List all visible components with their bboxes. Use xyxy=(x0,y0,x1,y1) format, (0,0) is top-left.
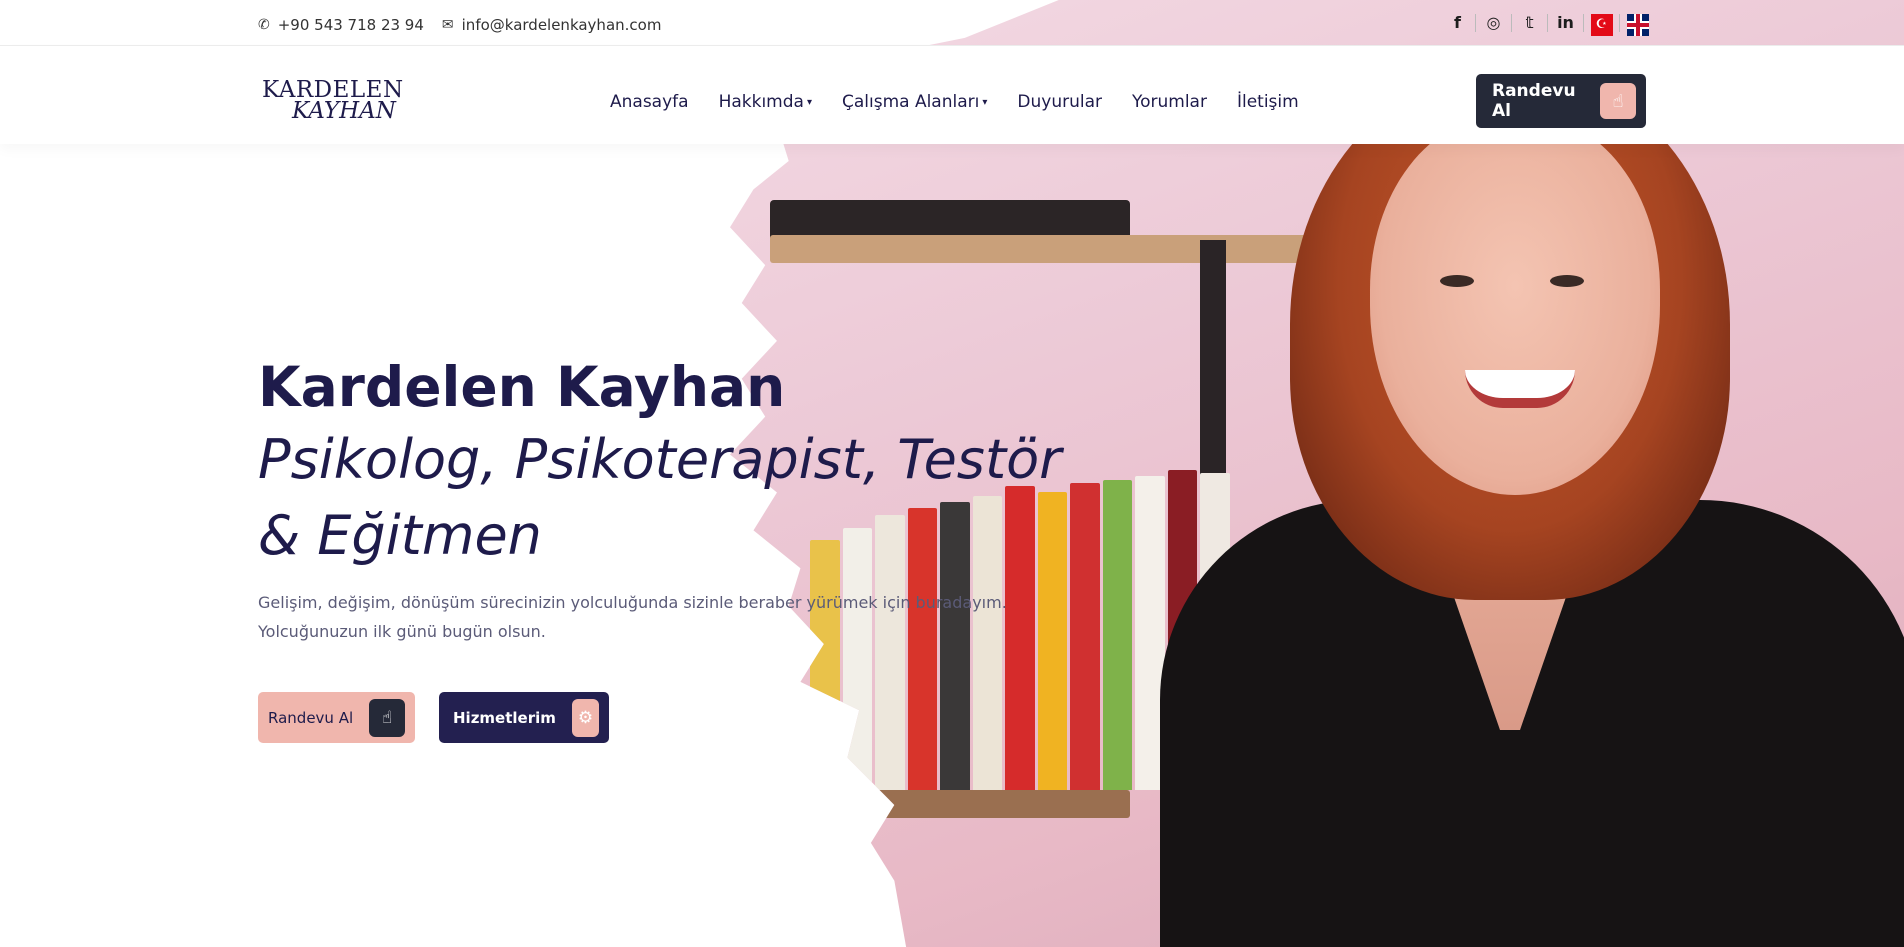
phone-link[interactable]: ✆ +90 543 718 23 94 xyxy=(258,16,424,34)
hero-description-line-2: Yolcuğunuzun ilk günü bugün olsun. xyxy=(258,622,546,641)
hero-subtitle-line-1: Psikolog, Psikoterapist, Testör xyxy=(258,428,1062,491)
uk-flag-icon xyxy=(1627,14,1649,36)
hero-title: Kardelen Kayhan xyxy=(258,355,786,419)
nav-label: Yorumlar xyxy=(1131,92,1207,112)
nav-item-anasayfa[interactable]: Anasayfa xyxy=(610,92,689,112)
language-tr[interactable]: ☪ xyxy=(1584,14,1620,36)
mail-icon: ✉ xyxy=(441,17,454,33)
facebook-icon[interactable]: f xyxy=(1440,14,1476,32)
contact-info: ✆ +90 543 718 23 94 ✉ info@kardelenkayha… xyxy=(258,16,661,34)
hero-description: Gelişim, değişim, dönüşüm sürecinizin yo… xyxy=(258,588,1078,646)
email-link[interactable]: ✉ info@kardelenkayhan.com xyxy=(442,16,662,34)
language-en[interactable] xyxy=(1620,14,1656,36)
gear-icon: ⚙ xyxy=(571,698,599,737)
site-logo[interactable]: KARDELEN KAYHAN xyxy=(262,79,407,124)
hero-description-line-1: Gelişim, değişim, dönüşüm sürecinizin yo… xyxy=(258,593,1007,612)
nav-item-duyurular[interactable]: Duyurular xyxy=(1017,92,1102,112)
phone-icon: ✆ xyxy=(258,17,270,33)
hand-pointer-icon: ☝ xyxy=(1600,83,1636,119)
nav-item-hakkimda[interactable]: Hakkımda ▾ xyxy=(719,92,812,112)
appointment-button-header[interactable]: Randevu Al ☝ xyxy=(1476,74,1646,128)
turkey-flag-icon: ☪ xyxy=(1590,14,1613,36)
hero-subtitle-line-2: & Eğitmen xyxy=(258,504,542,567)
nav-label: Çalışma Alanları xyxy=(841,92,980,112)
linkedin-icon[interactable]: in xyxy=(1548,14,1584,32)
appointment-button-label: Randevu Al xyxy=(1492,81,1576,121)
appointment-button-label: Randevu Al xyxy=(268,708,354,727)
email-address[interactable]: info@kardelenkayhan.com xyxy=(462,16,662,34)
nav-label: İletişim xyxy=(1236,92,1299,112)
top-bar: ✆ +90 543 718 23 94 ✉ info@kardelenkayha… xyxy=(0,0,1904,46)
nav-label: Duyurular xyxy=(1017,92,1102,112)
nav-label: Hakkımda xyxy=(718,92,804,112)
nav-item-calisma-alanlari[interactable]: Çalışma Alanları ▾ xyxy=(842,92,987,112)
hero-subtitle: Psikolog, Psikoterapist, Testör & Eğitme… xyxy=(258,422,1078,574)
bookshelf xyxy=(770,235,1330,263)
nav-label: Anasayfa xyxy=(610,92,689,112)
nav-item-yorumlar[interactable]: Yorumlar xyxy=(1132,92,1207,112)
social-links: f ◎ 𝕥 in ☪ xyxy=(1440,14,1656,36)
hero-buttons: Randevu Al ☝ Hizmetlerim ⚙ xyxy=(258,692,609,743)
instagram-icon[interactable]: ◎ xyxy=(1476,14,1512,32)
services-button-label: Hizmetlerim xyxy=(453,708,556,727)
phone-number[interactable]: +90 543 718 23 94 xyxy=(278,16,424,34)
twitter-icon[interactable]: 𝕥 xyxy=(1512,14,1548,32)
hand-pointer-icon: ☝ xyxy=(369,698,405,737)
portrait-face xyxy=(1370,115,1660,495)
logo-line-2: KAYHAN xyxy=(292,98,396,124)
services-button[interactable]: Hizmetlerim ⚙ xyxy=(439,692,609,743)
bookshelf-lower xyxy=(770,790,1130,818)
hero-section: Kardelen Kayhan Psikolog, Psikoterapist,… xyxy=(258,352,1078,743)
main-nav: Anasayfa Hakkımda ▾ Çalışma Alanları ▾ Duy… xyxy=(610,92,1299,112)
chevron-down-icon: ▾ xyxy=(982,96,988,108)
chevron-down-icon: ▾ xyxy=(806,96,812,108)
nav-item-iletisim[interactable]: İletişim xyxy=(1237,92,1299,112)
appointment-button[interactable]: Randevu Al ☝ xyxy=(258,692,415,743)
